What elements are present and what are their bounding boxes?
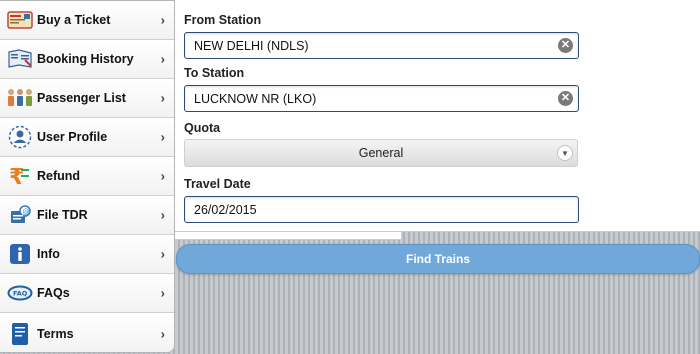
travel-date-label: Travel Date [184, 177, 251, 191]
clear-from-icon[interactable]: ✕ [558, 38, 573, 53]
document-icon [6, 321, 34, 347]
chevron-right-icon: › [160, 90, 165, 106]
chevron-right-icon: › [160, 207, 165, 223]
sidebar-item-label: User Profile [37, 130, 108, 144]
svg-text:@: @ [23, 208, 30, 216]
sidebar-item-refund[interactable]: ₹ Refund › [0, 157, 174, 196]
chevron-right-icon: › [160, 168, 165, 184]
quota-value: General [358, 146, 404, 160]
file-tdr-icon: @ [6, 202, 34, 228]
sidebar-item-user-profile[interactable]: User Profile › [0, 118, 174, 157]
sidebar-item-label: File TDR [37, 208, 88, 222]
user-profile-icon [6, 124, 34, 150]
from-station-label: From Station [184, 13, 262, 27]
quota-label: Quota [184, 121, 221, 135]
sidebar-item-terms[interactable]: Terms › [0, 313, 174, 352]
sidebar-item-info[interactable]: Info › [0, 235, 174, 274]
svg-text:FAQ: FAQ [13, 290, 28, 298]
book-icon [6, 46, 34, 72]
chevron-right-icon: › [160, 326, 165, 341]
sidebar-menu: Buy a Ticket › Booking History › Passeng… [0, 0, 175, 353]
find-trains-button[interactable]: Find Trains [176, 244, 700, 274]
chevron-right-icon: › [160, 285, 165, 301]
sidebar-item-label: Passenger List [37, 91, 126, 105]
panel-tab [175, 232, 402, 240]
sidebar-item-label: Terms [37, 326, 74, 341]
chevron-down-icon: ▼ [557, 145, 573, 161]
quota-select[interactable]: General ▼ [184, 139, 578, 167]
sidebar-item-label: Info [37, 247, 60, 261]
to-station-label: To Station [184, 66, 245, 80]
ticket-icon [6, 7, 34, 33]
clear-to-icon[interactable]: ✕ [558, 91, 573, 106]
sidebar-item-booking-history[interactable]: Booking History › [0, 40, 174, 79]
chevron-right-icon: › [160, 12, 165, 28]
sidebar-item-passenger-list[interactable]: Passenger List › [0, 79, 174, 118]
sidebar-item-label: Buy a Ticket [37, 13, 111, 27]
faq-icon: FAQ [6, 280, 34, 306]
sidebar-item-label: Refund [37, 169, 81, 183]
to-station-input[interactable] [184, 85, 579, 112]
info-icon [6, 241, 34, 267]
sidebar-item-label: FAQs [37, 286, 70, 300]
sidebar-item-buy-ticket[interactable]: Buy a Ticket › [0, 1, 174, 40]
rupee-icon: ₹ [6, 163, 34, 189]
chevron-right-icon: › [160, 51, 165, 67]
chevron-right-icon: › [160, 246, 165, 262]
sidebar-item-file-tdr[interactable]: @ File TDR › [0, 196, 174, 235]
travel-date-input[interactable] [184, 196, 579, 223]
from-station-input[interactable] [184, 32, 579, 59]
chevron-right-icon: › [160, 129, 165, 145]
sidebar-item-faqs[interactable]: FAQ FAQs › [0, 274, 174, 313]
sidebar-item-label: Booking History [37, 52, 134, 66]
people-icon [6, 85, 34, 111]
